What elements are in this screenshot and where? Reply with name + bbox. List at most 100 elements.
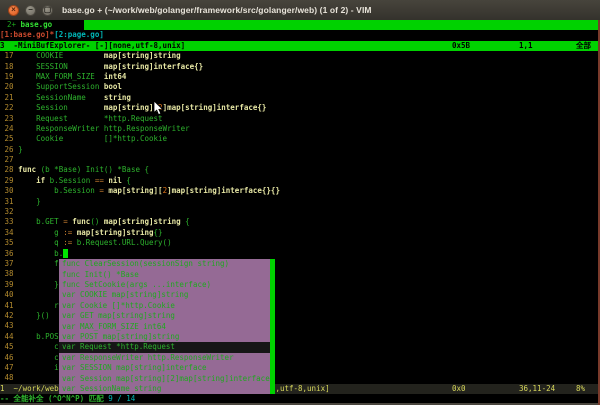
line-number: 42	[0, 311, 18, 320]
titlebar: × − ▢ base.go + (~/work/web/golanger/fra…	[0, 0, 600, 21]
completion-popup[interactable]: func ClearSession(sessionSign string)fun…	[59, 259, 275, 394]
code-token: nil	[108, 176, 122, 185]
terminal: 2+ base.go [1:base.go]*[2:page.go] 3 -Mi…	[0, 20, 600, 405]
completion-item[interactable]: var Cookie []*http.Cookie	[59, 301, 270, 311]
code-line-34[interactable]: 34 g := map[string]string{}	[0, 228, 600, 238]
code-line-28[interactable]: 28 func (b *Base) Init() *Base {	[0, 165, 600, 175]
code-line-25[interactable]: 25 Cookie []*http.Cookie	[0, 134, 600, 144]
code-token: b.GET	[18, 217, 63, 226]
code-line-29[interactable]: 29 if b.Session == nil {	[0, 176, 600, 186]
completion-item[interactable]: var SESSION map[string]interface	[59, 363, 270, 373]
code-line-31[interactable]: 31 }	[0, 197, 600, 207]
vim-window: × − ▢ base.go + (~/work/web/golanger/fra…	[0, 0, 600, 405]
maximize-icon[interactable]: ▢	[42, 5, 53, 16]
code-line-32[interactable]: 32	[0, 207, 600, 217]
insert-cursor	[63, 249, 68, 258]
line-number: 30	[0, 186, 18, 195]
line-number: 45	[0, 342, 18, 351]
code-line-36[interactable]: 36 b.	[0, 249, 600, 259]
code-line-22[interactable]: 22 Session map[string][2]map[string]inte…	[0, 103, 600, 113]
line-number: 40	[0, 290, 18, 299]
line-number: 33	[0, 217, 18, 226]
line-number: 26	[0, 145, 18, 154]
code-line-33[interactable]: 33 b.GET = func() map[string]string {	[0, 217, 600, 227]
code-line-24[interactable]: 24 ResponseWriter http.ResponseWriter	[0, 124, 600, 134]
minibuf-statusline: 3 -MiniBufExplorer- [-][none,utf-8,unix]…	[0, 41, 600, 51]
minibuf-scroll-pos: 全部	[576, 41, 591, 51]
line-number: 19	[0, 72, 18, 81]
code-token: b.Request.URL.Query()	[72, 238, 171, 247]
code-line-18[interactable]: 18 SESSION map[string]interface{}	[0, 62, 600, 72]
code-token: :=	[63, 228, 72, 237]
code-line-17[interactable]: 17 COOKIE map[string]string	[0, 51, 600, 61]
completion-item[interactable]: var Request *http.Request	[59, 342, 270, 352]
code-token: Session	[18, 103, 104, 112]
line-number: 37	[0, 259, 18, 268]
completion-item[interactable]: var ResponseWriter http.ResponseWriter	[59, 353, 270, 363]
line-number: 44	[0, 332, 18, 341]
code-token: r	[18, 301, 59, 310]
code-token: map[string]string	[77, 228, 154, 237]
code-token: }	[18, 197, 41, 206]
code-token: ]map[string]interface{}{}	[167, 186, 280, 195]
code-line-21[interactable]: 21 SessionName string	[0, 93, 600, 103]
code-token: int64	[104, 72, 127, 81]
popup-scrollbar-thumb[interactable]	[270, 259, 275, 394]
buffer-tab-base-go[interactable]: [1:base.go]*	[0, 30, 54, 39]
line-number: 22	[0, 103, 18, 112]
minimize-icon[interactable]: −	[25, 5, 36, 16]
line-number: 25	[0, 134, 18, 143]
code-token: (b *Base) Init() *Base {	[36, 165, 149, 174]
code-line-30[interactable]: 30 b.Session = map[string][2]map[string]…	[0, 186, 600, 196]
code-token: }	[18, 280, 59, 289]
code-token: map[string]string	[104, 51, 181, 60]
completion-item[interactable]: var SessionName string	[59, 384, 270, 394]
code-token: ]map[string]interface{}	[163, 103, 267, 112]
code-token: c	[18, 353, 59, 362]
line-number: 20	[0, 82, 18, 91]
code-line-20[interactable]: 20 SupportSession bool	[0, 82, 600, 92]
code-token: :=	[63, 238, 72, 247]
code-token: b.Session	[18, 186, 99, 195]
code-line-23[interactable]: 23 Request *http.Request	[0, 114, 600, 124]
code-token: MAX_FORM_SIZE	[18, 72, 104, 81]
code-line-35[interactable]: 35 q := b.Request.URL.Query()	[0, 238, 600, 248]
code-line-19[interactable]: 19 MAX_FORM_SIZE int64	[0, 72, 600, 82]
code-token: }	[18, 145, 23, 154]
completion-item[interactable]: func SetCookie(args ...interface)	[59, 280, 270, 290]
completion-item[interactable]: var COOKIE map[string]string	[59, 290, 270, 300]
tab-base-go[interactable]: 2+ base.go	[0, 20, 84, 30]
completion-item[interactable]: func Init() *Base	[59, 270, 270, 280]
code-line-27[interactable]: 27	[0, 155, 600, 165]
code-token: b.	[18, 249, 63, 258]
code-token: COOKIE	[18, 51, 104, 60]
line-number: 29	[0, 176, 18, 185]
code-token: map[string][	[108, 186, 162, 195]
completion-item[interactable]: func ClearSession(sessionSign string)	[59, 259, 270, 269]
line-number: 32	[0, 207, 18, 216]
minibuf-statusline-left: 3 -MiniBufExplorer- [-][none,utf-8,unix]	[0, 41, 185, 50]
completion-item[interactable]: var POST map[string]string	[59, 332, 270, 342]
completion-item[interactable]: var GET map[string]string	[59, 311, 270, 321]
close-icon[interactable]: ×	[8, 5, 19, 16]
line-number: 23	[0, 114, 18, 123]
tabline-fill	[84, 20, 600, 30]
line-number: 35	[0, 238, 18, 247]
code-token: q	[18, 238, 63, 247]
tab-filename: base.go	[21, 20, 53, 29]
statusline-scroll-pos: 8%	[576, 384, 585, 394]
line-number: 31	[0, 197, 18, 206]
line-number: 41	[0, 301, 18, 310]
code-line-26[interactable]: 26 }	[0, 145, 600, 155]
code-token: f	[18, 259, 59, 268]
code-token: bool	[104, 82, 122, 91]
code-token: {}	[154, 228, 163, 237]
buffer-tab-page-go[interactable]: [2:page.go]	[54, 30, 104, 39]
minibuf-hex-value: 0x5B	[452, 41, 470, 51]
completion-item[interactable]: var MAX_FORM_SIZE int64	[59, 322, 270, 332]
code-token: map[string]string	[104, 217, 181, 226]
minibufexplorer-line: [1:base.go]*[2:page.go]	[0, 30, 600, 40]
line-number: 27	[0, 155, 18, 164]
line-number: 21	[0, 93, 18, 102]
completion-item[interactable]: var Session map[string][2]map[string]int…	[59, 374, 270, 384]
